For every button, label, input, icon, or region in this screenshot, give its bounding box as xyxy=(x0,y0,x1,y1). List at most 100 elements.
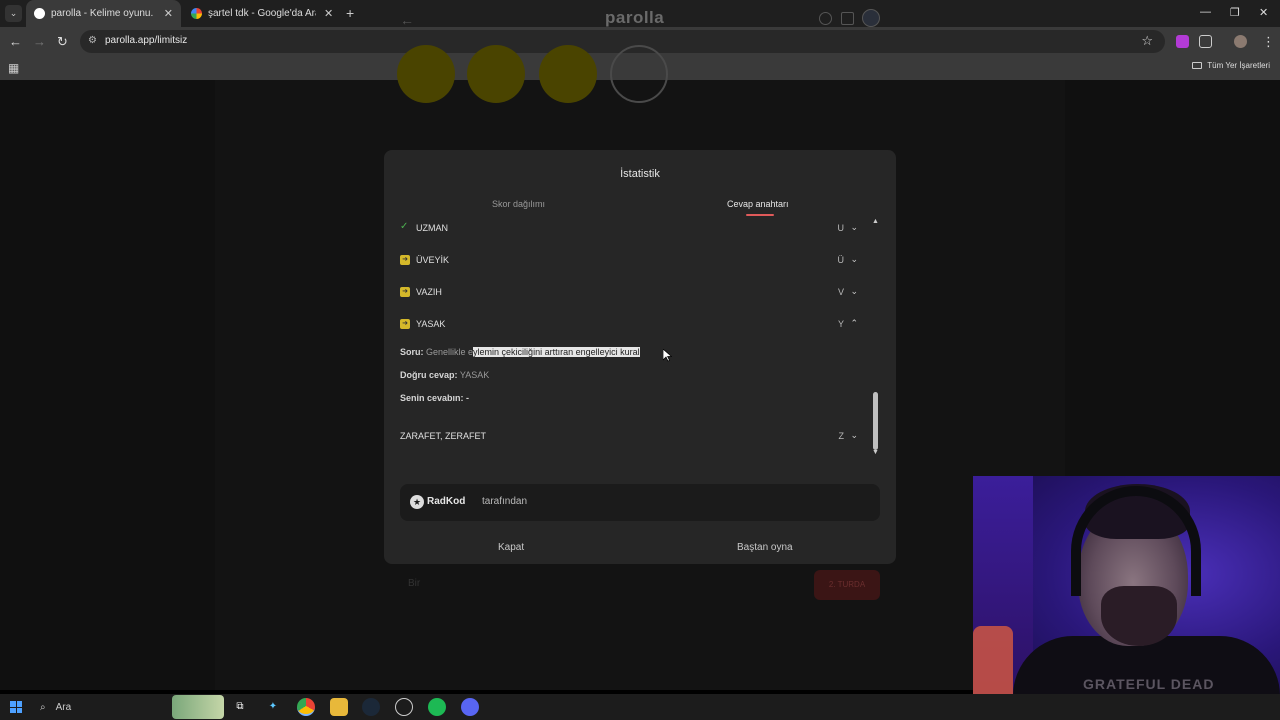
tab-answer-key[interactable]: Cevap anahtarı xyxy=(727,199,789,209)
scrollbar-thumb[interactable] xyxy=(873,392,878,450)
question-text-selected: ylemin çekiciliğini arttıran engelleyici… xyxy=(473,347,640,357)
obs-icon[interactable] xyxy=(395,698,413,716)
answer-letter: Y xyxy=(837,319,844,329)
answer-word: ZARAFET, ZERAFET xyxy=(400,431,487,441)
chevron-down-icon[interactable]: ⌄ xyxy=(850,254,858,265)
all-bookmarks-label: Tüm Yer İşaretleri xyxy=(1207,61,1270,70)
url-text[interactable]: parolla.app/limitsiz xyxy=(105,35,187,46)
tab-google[interactable]: şartel tdk - Google'da Ara ✕ xyxy=(183,0,343,27)
active-tab-indicator xyxy=(746,214,774,216)
question-text-start: Genellikle e xyxy=(426,347,474,357)
tab-score-distribution[interactable]: Skor dağılımı xyxy=(492,199,545,209)
star-badge-icon: ★ xyxy=(410,495,424,509)
pass-arrow-icon: ➜ xyxy=(400,255,410,265)
answer-letter: Z xyxy=(838,431,845,441)
answer-word: YASAK xyxy=(416,319,446,329)
letter-circle xyxy=(539,45,597,103)
apps-grid-icon[interactable]: ▦ xyxy=(8,61,19,75)
correct-answer-line: Doğru cevap: YASAK xyxy=(400,370,489,380)
letter-circle xyxy=(610,45,668,103)
pass-arrow-icon: ➜ xyxy=(400,287,410,297)
tab-title: parolla - Kelime oyunu. Günlük xyxy=(51,8,156,19)
modal-title: İstatistik xyxy=(620,168,660,180)
answer-row-vazih[interactable]: ➜ VAZIH V ⌄ xyxy=(400,285,858,299)
minimize-icon[interactable]: — xyxy=(1200,6,1211,18)
search-label: Ara xyxy=(55,701,72,713)
file-explorer-icon[interactable] xyxy=(330,698,348,716)
site-info-icon[interactable]: ⚙ xyxy=(88,35,97,46)
parolla-favicon-icon xyxy=(34,8,45,19)
extensions-puzzle-icon[interactable] xyxy=(1199,35,1212,48)
chevron-up-icon[interactable]: ⌃ xyxy=(850,318,858,329)
site-back-arrow-icon[interactable]: ← xyxy=(400,12,414,28)
discord-icon[interactable] xyxy=(461,698,479,716)
answer-word: ÜVEYİK xyxy=(416,255,450,265)
close-window-icon[interactable]: ✕ xyxy=(1259,6,1268,19)
back-arrow-icon[interactable]: ← xyxy=(9,34,22,49)
chrome-icon[interactable] xyxy=(297,698,315,716)
steam-icon[interactable] xyxy=(362,698,380,716)
windows-start-icon[interactable] xyxy=(10,701,22,713)
all-bookmarks-button[interactable]: Tüm Yer İşaretleri xyxy=(1192,61,1270,70)
answer-row-zarafet[interactable]: ZARAFET, ZERAFET Z ⌄ xyxy=(400,429,858,443)
your-answer-value: - xyxy=(466,393,470,403)
answer-word: UZMAN xyxy=(416,223,448,233)
spotify-icon[interactable] xyxy=(428,698,446,716)
folder-icon xyxy=(1192,62,1203,69)
correct-answer-label: Doğru cevap: xyxy=(400,370,458,380)
credit-box[interactable]: ★ RadKod tarafından xyxy=(400,484,880,521)
webcam-overlay: GRATEFUL DEAD xyxy=(973,476,1280,720)
answer-letter: V xyxy=(837,287,844,297)
profile-avatar[interactable] xyxy=(1234,35,1247,48)
info-icon[interactable] xyxy=(819,12,832,25)
site-logo: parolla xyxy=(605,8,665,27)
stats-icon[interactable] xyxy=(841,12,854,25)
answer-row-uveyik[interactable]: ➜ ÜVEYİK Ü ⌄ xyxy=(400,253,858,267)
google-favicon-icon xyxy=(191,8,202,19)
question-label: Soru: xyxy=(400,347,424,357)
answer-letter: U xyxy=(837,223,845,233)
extension-icon[interactable] xyxy=(1176,35,1189,48)
answer-word: VAZIH xyxy=(416,287,442,297)
settings-icon[interactable] xyxy=(862,9,880,27)
letter-circle xyxy=(467,45,525,103)
widgets-icon[interactable] xyxy=(172,695,224,719)
mouse-cursor-icon xyxy=(663,349,672,362)
correct-answer-value: YASAK xyxy=(459,370,490,380)
chevron-down-icon[interactable]: ⌄ xyxy=(850,286,858,297)
scroll-up-arrow-icon[interactable]: ▲ xyxy=(872,218,879,225)
new-tab-icon[interactable]: + xyxy=(346,5,354,21)
tab-parolla[interactable]: parolla - Kelime oyunu. Günlük ✕ xyxy=(26,0,181,27)
tab-title: şartel tdk - Google'da Ara xyxy=(208,8,316,19)
app-icon[interactable]: ✦ xyxy=(264,698,282,716)
your-answer-line: Senin cevabın: - xyxy=(400,393,469,403)
close-button[interactable]: Kapat xyxy=(498,542,524,553)
credit-brand[interactable]: RadKod xyxy=(427,496,465,507)
round-button[interactable]: 2. TURDA xyxy=(814,570,880,600)
pass-arrow-icon: ➜ xyxy=(400,319,410,329)
task-view-icon[interactable]: ⧉ xyxy=(231,698,249,716)
close-tab-icon[interactable]: ✕ xyxy=(164,7,173,20)
close-tab-icon[interactable]: ✕ xyxy=(324,7,333,20)
check-icon: ✓ xyxy=(400,221,409,232)
chevron-down-icon[interactable]: ⌄ xyxy=(850,222,858,233)
bookmark-star-icon[interactable]: ☆ xyxy=(1141,33,1153,49)
menu-dots-icon[interactable]: ⋮ xyxy=(1262,34,1275,50)
search-icon: ⌕ xyxy=(40,701,46,713)
letter-circle xyxy=(397,45,455,103)
answer-row-uzman[interactable]: ✓ UZMAN U ⌄ xyxy=(400,221,858,235)
question-line: Soru: Genellikle eylemin çekiciliğini ar… xyxy=(400,347,640,357)
credit-suffix: tarafından xyxy=(482,496,528,507)
tab-search-icon[interactable]: ⌄ xyxy=(5,5,22,22)
answer-row-yasak[interactable]: ➜ YASAK Y ⌃ xyxy=(400,317,858,331)
answer-input[interactable]: Bir xyxy=(400,570,800,600)
restart-button[interactable]: Baştan oyna xyxy=(737,542,793,553)
statistics-modal: İstatistik Skor dağılımı Cevap anahtarı … xyxy=(384,150,896,564)
scroll-down-arrow-icon[interactable]: ▼ xyxy=(872,449,879,456)
restore-icon[interactable]: ❐ xyxy=(1230,6,1240,19)
reload-icon[interactable]: ↻ xyxy=(57,34,68,50)
your-answer-label: Senin cevabın: xyxy=(400,393,464,403)
chevron-down-icon[interactable]: ⌄ xyxy=(850,430,858,441)
forward-arrow-icon[interactable]: → xyxy=(33,34,46,49)
answer-letter: Ü xyxy=(837,255,845,265)
